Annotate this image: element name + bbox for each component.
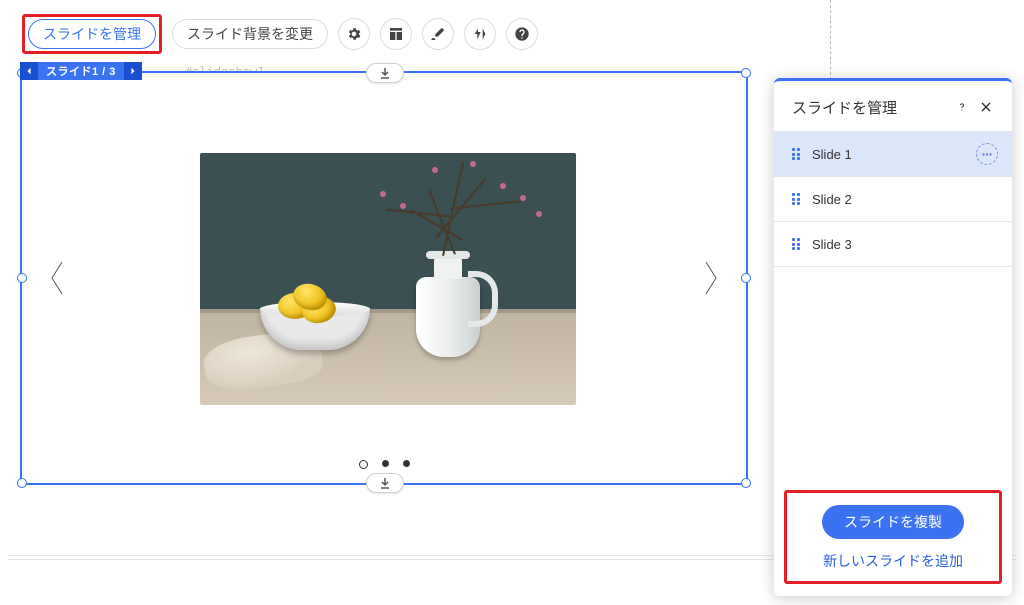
resize-handle-tr[interactable] <box>741 68 751 78</box>
duplicate-slide-button[interactable]: スライドを複製 <box>822 505 964 539</box>
ellipsis-icon <box>982 153 992 156</box>
pagination-dots <box>22 460 746 469</box>
slide-list: Slide 1 Slide 2 Slide 3 <box>774 132 1012 267</box>
slide-name: Slide 3 <box>812 237 998 252</box>
carousel-next-button[interactable] <box>700 258 722 298</box>
slide-item-3[interactable]: Slide 3 <box>774 222 1012 267</box>
stretch-bottom-button[interactable] <box>366 473 404 493</box>
gear-icon <box>346 26 362 42</box>
panel-help-button[interactable] <box>950 95 974 119</box>
dot-3[interactable] <box>403 460 410 467</box>
panel-footer-callout: スライドを複製 新しいスライドを追加 <box>784 490 1002 584</box>
download-icon <box>379 477 391 489</box>
layout-icon-button[interactable] <box>380 18 412 50</box>
add-new-slide-link[interactable]: 新しいスライドを追加 <box>823 551 963 571</box>
manage-slides-panel: スライドを管理 Slide 1 Slide 2 Slide 3 スライドを複製 … <box>774 78 1012 596</box>
chevron-left-icon <box>25 67 33 75</box>
slide-item-1[interactable]: Slide 1 <box>774 132 1012 177</box>
brush-icon <box>430 26 446 42</box>
chevron-right-icon <box>700 258 722 298</box>
help-icon <box>514 26 530 42</box>
resize-handle-bl[interactable] <box>17 478 27 488</box>
prev-slide-button[interactable] <box>20 62 38 80</box>
slide-item-2[interactable]: Slide 2 <box>774 177 1012 222</box>
panel-title: スライドを管理 <box>792 97 950 118</box>
drag-handle-icon[interactable] <box>792 148 802 160</box>
alignment-guide <box>830 0 831 85</box>
design-icon-button[interactable] <box>422 18 454 50</box>
change-background-button[interactable]: スライド背景を変更 <box>172 19 328 49</box>
manage-slides-callout: スライドを管理 <box>22 14 162 54</box>
slide-indicator: スライド1 / 3 <box>20 62 142 80</box>
download-icon <box>379 67 391 79</box>
resize-handle-mr[interactable] <box>741 273 751 283</box>
resize-handle-br[interactable] <box>741 478 751 488</box>
chevron-right-icon <box>129 67 137 75</box>
chevron-left-icon <box>46 258 68 298</box>
next-slide-button[interactable] <box>124 62 142 80</box>
animation-icon-button[interactable] <box>464 18 496 50</box>
help-icon-button[interactable] <box>506 18 538 50</box>
drag-handle-icon[interactable] <box>792 238 802 250</box>
slide-name: Slide 1 <box>812 147 966 162</box>
dot-2[interactable] <box>382 460 389 467</box>
manage-slides-button[interactable]: スライドを管理 <box>28 19 156 49</box>
slide-more-button[interactable] <box>976 143 998 165</box>
slide-image <box>200 153 576 405</box>
settings-icon-button[interactable] <box>338 18 370 50</box>
slide-indicator-label: スライド1 / 3 <box>38 63 124 79</box>
panel-close-button[interactable] <box>974 95 998 119</box>
layout-icon <box>388 26 404 42</box>
slideshow-selection[interactable] <box>20 71 748 485</box>
slide-name: Slide 2 <box>812 192 998 207</box>
dot-1[interactable] <box>359 460 368 469</box>
resize-handle-ml[interactable] <box>17 273 27 283</box>
drag-handle-icon[interactable] <box>792 193 802 205</box>
animation-icon <box>472 26 488 42</box>
carousel-prev-button[interactable] <box>46 258 68 298</box>
close-icon <box>979 100 993 114</box>
help-icon <box>955 100 969 114</box>
stretch-top-button[interactable] <box>366 63 404 83</box>
